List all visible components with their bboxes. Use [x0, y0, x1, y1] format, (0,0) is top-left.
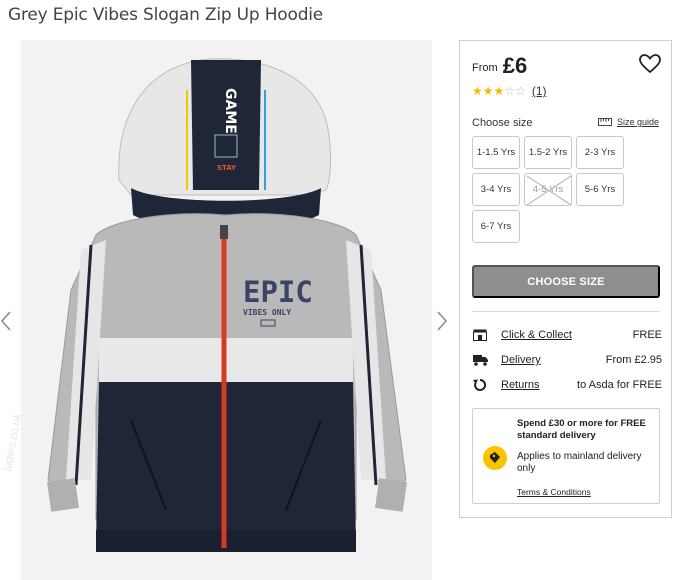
chest-print-main: EPIC [243, 275, 313, 309]
star-filled-icon: ★ [472, 84, 483, 98]
size-options: 1-1.5 Yrs 1.5-2 Yrs 2-3 Yrs 3-4 Yrs 4-5 … [472, 136, 667, 244]
product-image[interactable]: GAME STAY EPIC VIBES ONLY [21, 40, 432, 580]
chest-print-sub: VIBES ONLY [243, 308, 291, 317]
star-filled-icon: ★ [482, 84, 494, 98]
click-collect-link[interactable]: Click & Collect [501, 329, 572, 341]
size-option-2-3[interactable]: 2-3 Yrs [576, 136, 624, 169]
terms-link[interactable]: Terms & Conditions [517, 487, 591, 497]
click-collect-row: Click & Collect FREE [472, 325, 662, 345]
size-guide-link[interactable]: Size guide [597, 117, 659, 127]
delivery-value: From £2.95 [605, 354, 662, 366]
page-title: Grey Epic Vibes Slogan Zip Up Hoodie [8, 5, 324, 25]
store-icon [472, 328, 488, 342]
ruler-icon [597, 118, 612, 126]
truck-icon [472, 353, 488, 367]
returns-row: Returns to Asda for FREE [472, 375, 662, 395]
size-option-1-1-5[interactable]: 1-1.5 Yrs [472, 136, 520, 169]
review-count-link[interactable]: (1) [532, 85, 547, 97]
promo-headline: Spend £30 or more for FREE standard deli… [517, 418, 646, 441]
star-empty-icon: ☆ [504, 84, 516, 98]
returns-link[interactable]: Returns [501, 379, 540, 391]
returns-value: to Asda for FREE [577, 379, 662, 391]
choose-size-label: Choose size [472, 117, 533, 129]
next-image-arrow-icon[interactable] [436, 310, 448, 332]
size-option-5-6[interactable]: 5-6 Yrs [576, 173, 624, 206]
svg-text:STAY: STAY [217, 164, 237, 172]
price-from-label: From [472, 62, 498, 74]
delivery-promo-box: Spend £30 or more for FREE standard deli… [472, 408, 660, 504]
wishlist-heart-icon[interactable] [639, 54, 661, 74]
out-of-stock-cross-icon [526, 175, 572, 206]
delivery-row: Delivery From £2.95 [472, 350, 662, 370]
hood-print: GAME [222, 88, 238, 134]
delivery-link[interactable]: Delivery [501, 354, 541, 366]
size-option-3-4[interactable]: 3-4 Yrs [472, 173, 520, 206]
size-option-6-7[interactable]: 6-7 Yrs [472, 210, 520, 243]
star-filled-icon: ★ [493, 84, 505, 98]
divider [472, 311, 660, 312]
hoodie-illustration: GAME STAY EPIC VIBES ONLY [47, 58, 407, 552]
purchase-panel: From £6 ★ ★ ★ ☆ ☆ (1) Choose size Size g… [459, 40, 672, 518]
price-value: £6 [502, 53, 528, 78]
tag-icon [483, 446, 507, 470]
previous-image-arrow-icon[interactable] [0, 310, 12, 332]
price-row: From £6 [472, 53, 527, 79]
rating-stars[interactable]: ★ ★ ★ ☆ ☆ (1) [472, 85, 547, 97]
star-empty-icon: ☆ [515, 84, 526, 98]
size-guide-label: Size guide [616, 117, 659, 127]
choose-size-button[interactable]: CHOOSE SIZE [472, 265, 660, 298]
return-icon [472, 378, 488, 392]
size-option-4-5-out-of-stock: 4-5 Yrs [524, 173, 572, 206]
promo-note: Applies to mainland delivery only [517, 451, 642, 474]
click-collect-value: FREE [632, 329, 662, 341]
size-option-1-5-2[interactable]: 1.5-2 Yrs [524, 136, 572, 169]
